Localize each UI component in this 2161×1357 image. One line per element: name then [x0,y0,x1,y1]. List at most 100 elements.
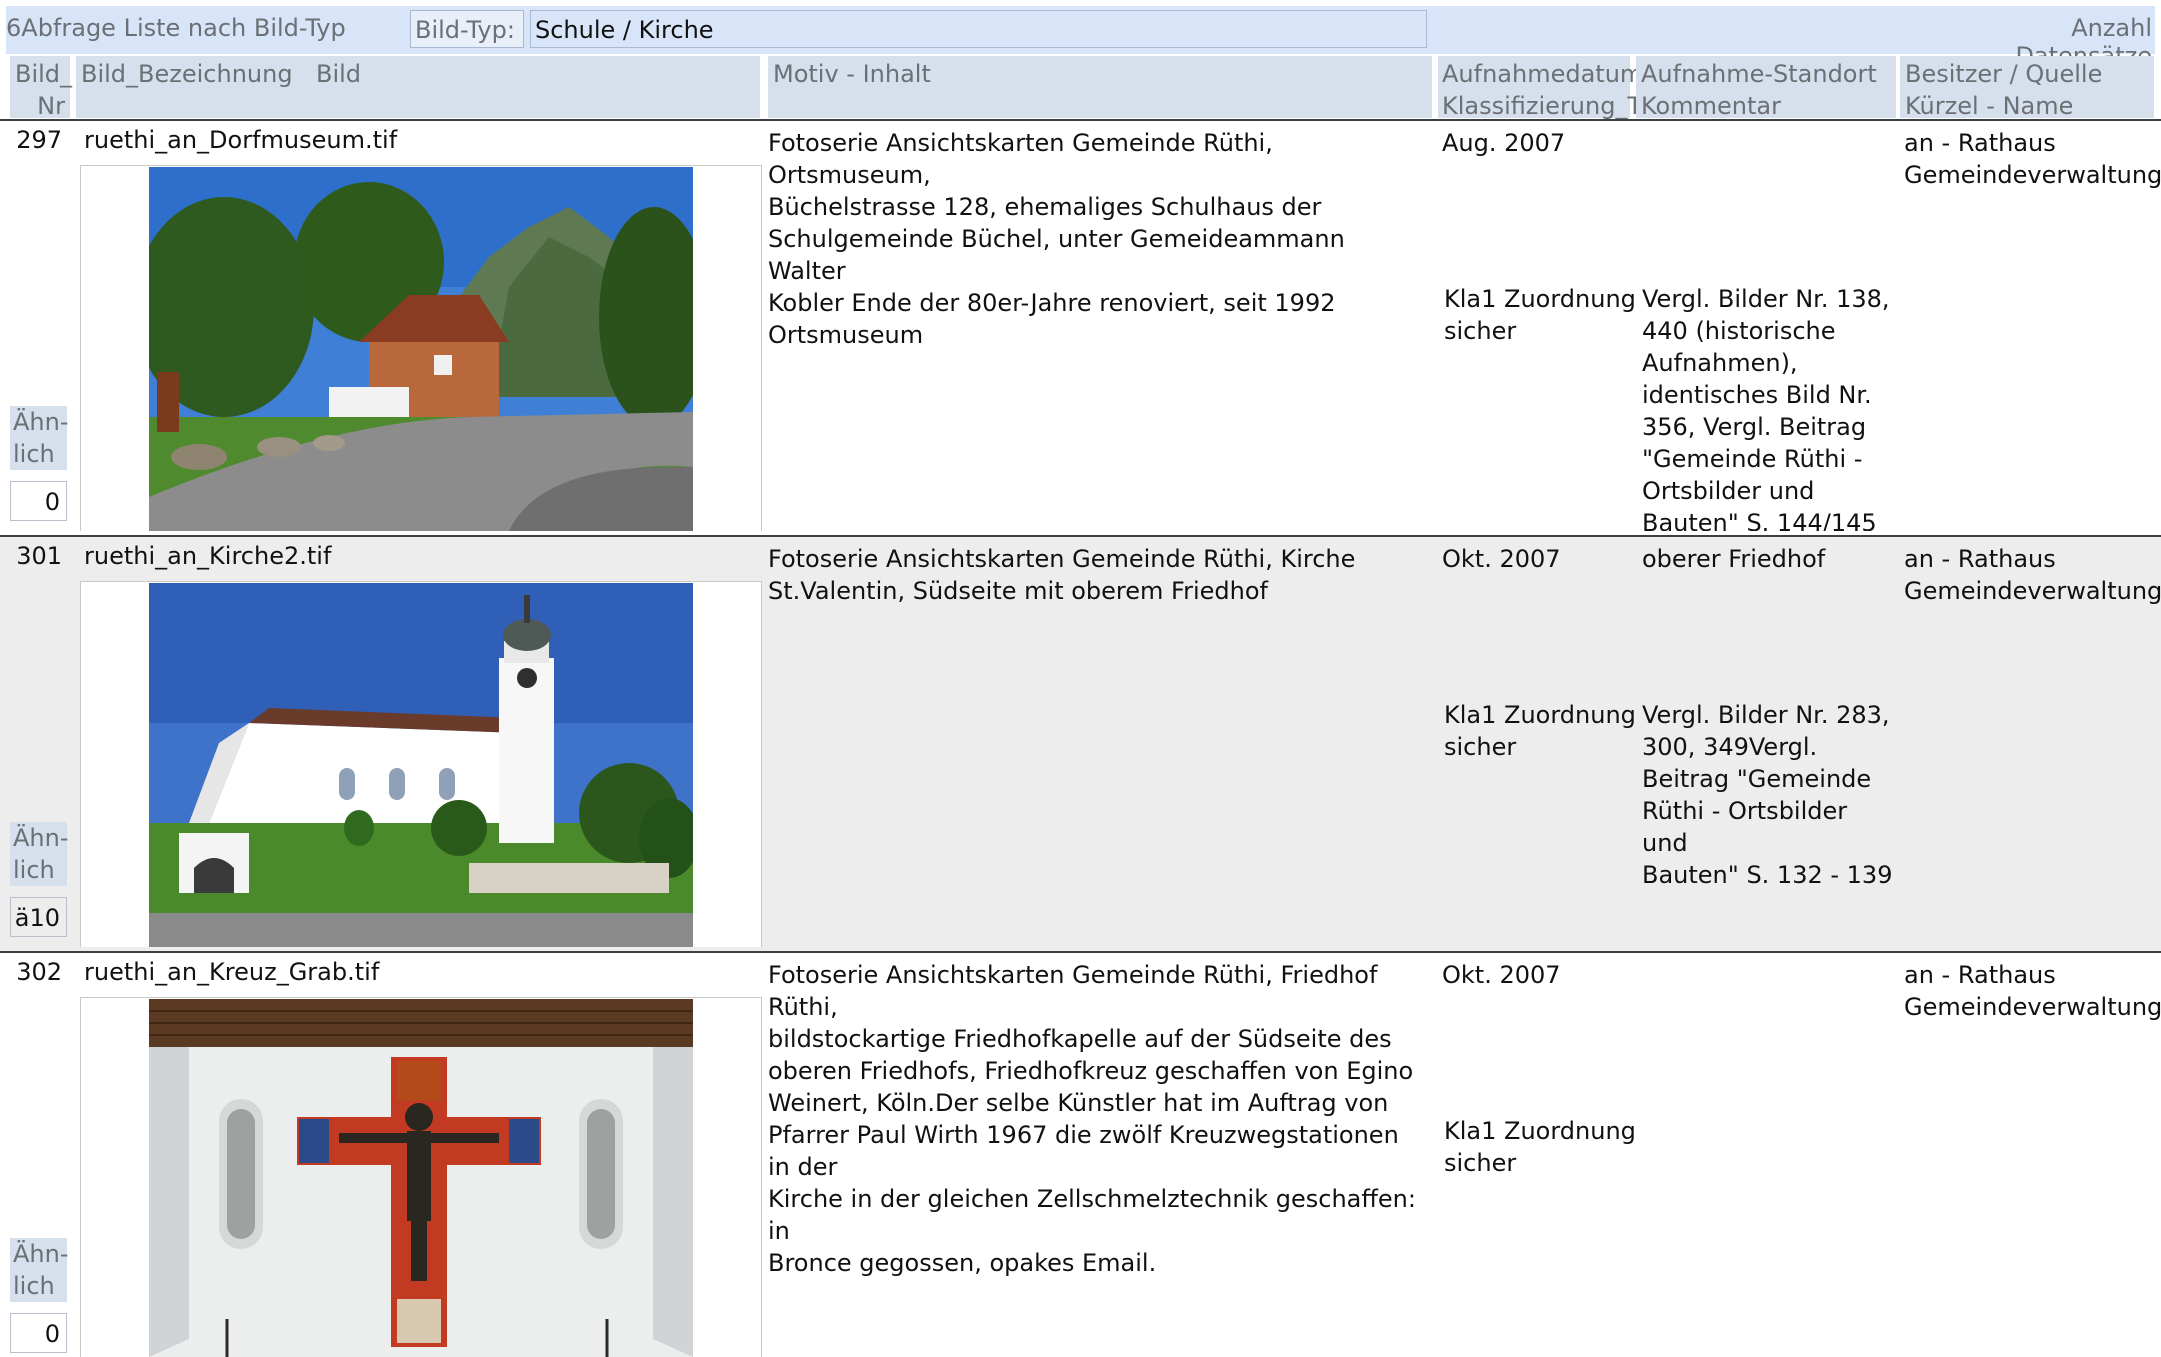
kommentar-line: Aufnahmen), [1642,349,1798,377]
record-datum: Aug. 2007 [1442,129,1566,157]
column-header-bezeichnung-label: Bild_Bezeichnung [81,60,293,88]
column-header-bild: Bild [316,60,362,88]
klass-line: Kla1 Zuordnung [1444,285,1636,313]
besitzer-line: Gemeindeverwaltung [1904,577,2161,605]
record-standort: oberer Friedhof [1642,545,1826,573]
klass-line: sicher [1444,317,1517,345]
aehnlich-button[interactable]: Ähn- lich [10,1238,69,1302]
aehnlich-label-line: lich [13,440,55,468]
klass-line: sicher [1444,1149,1517,1177]
besitzer-line: an - Rathaus [1904,961,2056,989]
bildtyp-label: Bild-Typ: [410,10,524,48]
motiv-line: Kobler Ende der 80er-Jahre renoviert, se… [768,289,1336,317]
record-klassifizierung: Kla1 Zuordnung sicher [1444,1115,1636,1179]
bildtyp-field[interactable]: Schule / Kirche [530,10,1427,48]
klass-line: Kla1 Zuordnung [1444,1117,1636,1145]
kommentar-line: 300, 349Vergl. [1642,733,1818,761]
besitzer-line: Gemeindeverwaltung [1904,161,2161,189]
column-header-bezeichnung: Bild_Bezeichnung Bild [76,56,760,118]
motiv-line: Kirche in der gleichen Zellschmelztechni… [768,1185,1416,1245]
record-image-frame [80,581,762,947]
kommentar-line: Vergl. Bilder Nr. 138, [1642,285,1890,313]
table-row[interactable]: 302 ruethi_an_Kreuz_Grab.tif Fotoserie A… [0,953,2161,1357]
column-header-besitzer: Besitzer / Quelle Kürzel - Name [1900,56,2154,120]
column-header-standort-line2: Kommentar [1641,92,1781,120]
record-motiv: Fotoserie Ansichtskarten Gemeinde Rüthi,… [768,127,1428,351]
aehnlich-label-line: lich [13,1272,55,1300]
motiv-line: Ortsmuseum [768,321,924,349]
aehnlich-count-field[interactable]: 0 [10,1313,67,1353]
motiv-line: Fotoserie Ansichtskarten Gemeinde Rüthi,… [768,129,1273,189]
kommentar-line: 356, Vergl. Beitrag [1642,413,1867,441]
kommentar-line: Rüthi - Ortsbilder und [1642,797,1848,857]
kommentar-line: 440 (historische [1642,317,1836,345]
motiv-line: Weinert, Köln.Der selbe Künstler hat im … [768,1089,1389,1117]
column-header-standort: Aufnahme-Standort Kommentar [1636,56,1896,120]
record-image-frame [80,165,762,531]
motiv-line: Pfarrer Paul Wirth 1967 die zwölf Kreuzw… [768,1121,1399,1181]
aehnlich-label-line: Ähn- [13,1240,69,1268]
column-header-nr-line1: Bild_ [15,60,73,88]
record-datum: Okt. 2007 [1442,961,1561,989]
kommentar-line: Beitrag "Gemeinde [1642,765,1872,793]
aehnlich-label-line: Ähn- [13,824,69,852]
klass-line: Kla1 Zuordnung [1444,701,1636,729]
record-besitzer: an - Rathaus Gemeindeverwaltung [1904,959,2161,1023]
aehnlich-label-line: Ähn- [13,408,69,436]
besitzer-line: an - Rathaus [1904,129,2056,157]
motiv-line: Bronce gegossen, opakes Email. [768,1249,1157,1277]
motiv-line: oberen Friedhofs, Friedhofkreuz geschaff… [768,1057,1414,1085]
photo-dorfmuseum [149,167,693,531]
record-kommentar: Vergl. Bilder Nr. 138, 440 (historische … [1642,283,1898,531]
column-header-motiv: Motiv - Inhalt [768,56,1432,118]
record-filename: ruethi_an_Kirche2.tif [84,542,332,570]
column-header-nr: Bild_ Nr [10,56,73,120]
record-motiv: Fotoserie Ansichtskarten Gemeinde Rüthi,… [768,543,1428,607]
record-image-frame [80,997,762,1357]
record-nr: 301 [16,542,62,570]
kommentar-line: Ortsbilder und [1642,477,1815,505]
column-header-besitzer-line1: Besitzer / Quelle [1905,60,2103,88]
besitzer-line: Gemeindeverwaltung [1904,993,2161,1021]
kommentar-line: Bauten" S. 132 - 139 [1642,861,1893,889]
besitzer-line: an - Rathaus [1904,545,2056,573]
motiv-line: St.Valentin, Südseite mit oberem Friedho… [768,577,1268,605]
column-header-datum: Aufnahmedatum Klassifizierung_T [1438,56,1644,120]
aehnlich-button[interactable]: Ähn- lich [10,822,69,886]
report-title: 6Abfrage Liste nach Bild-Typ [6,14,346,42]
table-row[interactable]: 297 ruethi_an_Dorfmuseum.tif Fotoserie A… [0,121,2161,535]
kommentar-line: Vergl. Bilder Nr. 283, [1642,701,1890,729]
column-header-nr-line2: Nr [37,92,65,120]
record-filename: ruethi_an_Kreuz_Grab.tif [84,958,380,986]
table-row[interactable]: 301 ruethi_an_Kirche2.tif Fotoserie Ansi… [0,537,2161,951]
column-header-datum-line1: Aufnahmedatum [1442,60,1644,88]
record-kommentar: Vergl. Bilder Nr. 283, 300, 349Vergl. Be… [1642,699,1898,891]
motiv-line: Fotoserie Ansichtskarten Gemeinde Rüthi,… [768,545,1356,573]
aehnlich-count-field[interactable]: 0 [10,481,67,521]
record-motiv: Fotoserie Ansichtskarten Gemeinde Rüthi,… [768,959,1428,1279]
motiv-line: Schulgemeinde Büchel, unter Gemeideamman… [768,225,1345,285]
photo-kreuz [149,999,693,1357]
record-klassifizierung: Kla1 Zuordnung sicher [1444,699,1636,763]
aehnlich-label-line: lich [13,856,55,884]
photo-kirche [149,583,693,947]
column-header-standort-line1: Aufnahme-Standort [1641,60,1877,88]
aehnlich-count-field[interactable]: ä10 [10,897,67,937]
record-nr: 302 [16,958,62,986]
record-klassifizierung: Kla1 Zuordnung sicher [1444,283,1636,347]
motiv-line: Büchelstrasse 128, ehemaliges Schulhaus … [768,193,1322,221]
motiv-line: Fotoserie Ansichtskarten Gemeinde Rüthi,… [768,961,1378,1021]
aehnlich-button[interactable]: Ähn- lich [10,406,69,470]
record-besitzer: an - Rathaus Gemeindeverwaltung [1904,127,2161,191]
klass-line: sicher [1444,733,1517,761]
record-datum: Okt. 2007 [1442,545,1561,573]
motiv-line: bildstockartige Friedhofkapelle auf der … [768,1025,1392,1053]
record-filename: ruethi_an_Dorfmuseum.tif [84,126,398,154]
column-header-datum-line2: Klassifizierung_T [1442,92,1643,120]
record-nr: 297 [16,126,62,154]
column-header-besitzer-line2: Kürzel - Name [1905,92,2074,120]
kommentar-line: identisches Bild Nr. [1642,381,1872,409]
record-besitzer: an - Rathaus Gemeindeverwaltung [1904,543,2161,607]
kommentar-line: "Gemeinde Rüthi - [1642,445,1863,473]
kommentar-line: Bauten" S. 144/145 [1642,509,1877,531]
